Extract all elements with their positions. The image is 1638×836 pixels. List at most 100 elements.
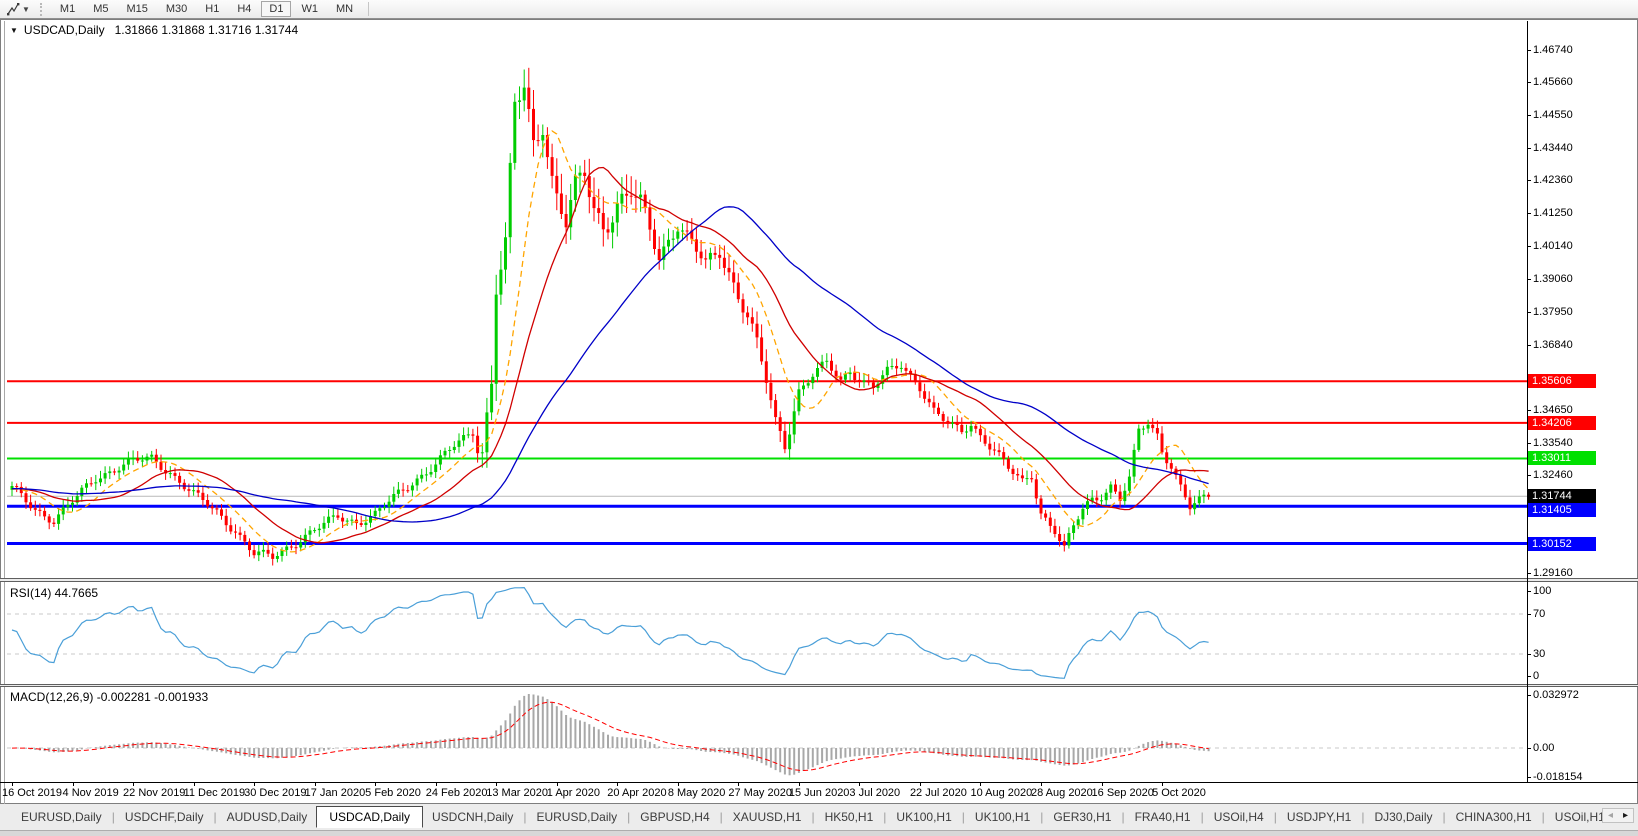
price-axis-tick	[1527, 180, 1531, 181]
price-level-label: 1.35606	[1528, 374, 1596, 388]
time-axis-tick	[799, 782, 800, 786]
tab-separator: |	[1274, 810, 1277, 824]
rsi-axis-tick	[1527, 591, 1531, 592]
chart-tab-usdchf-daily[interactable]: USDCHF,Daily	[116, 807, 213, 827]
time-axis-tick	[315, 782, 316, 786]
timeframe-button-h1[interactable]: H1	[197, 1, 227, 17]
time-axis-label: 10 Aug 2020	[970, 787, 1032, 799]
chart-tab-gbpusd-h4[interactable]: GBPUSD,H4	[631, 807, 718, 827]
time-axis-label: 13 Mar 2020	[486, 787, 548, 799]
chart-tab-uk100-h1[interactable]: UK100,H1	[887, 807, 960, 827]
time-axis-label: 27 May 2020	[728, 787, 792, 799]
price-axis-label: 1.46740	[1533, 44, 1573, 56]
chart-tab-xauusd-h1[interactable]: XAUUSD,H1	[724, 807, 811, 827]
toolbar-separator	[368, 2, 369, 16]
time-axis-tick	[859, 782, 860, 786]
time-axis-label: 22 Jul 2020	[910, 787, 967, 799]
time-axis-tick	[738, 782, 739, 786]
chart-title-bar: ▼ USDCAD,Daily 1.31866 1.31868 1.31716 1…	[10, 22, 298, 38]
chart-ohlc-values: 1.31866 1.31868 1.31716 1.31744	[115, 23, 299, 37]
chart-tab-uk100-h1[interactable]: UK100,H1	[966, 807, 1039, 827]
time-axis-tick	[375, 782, 376, 786]
price-axis-label: 1.41250	[1533, 207, 1573, 219]
chart-tab-fra40-h1[interactable]: FRA40,H1	[1126, 807, 1200, 827]
chart-symbol-title: USDCAD,Daily	[24, 23, 105, 37]
tab-separator: |	[720, 810, 723, 824]
window-menu-icon[interactable]: ▼	[10, 26, 18, 35]
chart-tab-usdcnh-daily[interactable]: USDCNH,Daily	[423, 807, 522, 827]
timeframe-button-mn[interactable]: MN	[328, 1, 361, 17]
tab-scroll-left-icon[interactable]: ◂	[1603, 809, 1618, 822]
chart-tab-china300-h1[interactable]: CHINA300,H1	[1447, 807, 1541, 827]
chart-tab-dj30-daily[interactable]: DJ30,Daily	[1365, 807, 1441, 827]
rsi-axis-label: 30	[1533, 648, 1545, 660]
time-axis-label: 5 Feb 2020	[365, 787, 421, 799]
price-axis-tick	[1527, 475, 1531, 476]
macd-axis-label: 0.00	[1533, 742, 1554, 754]
time-axis-label: 8 May 2020	[668, 787, 725, 799]
tab-scroll-right-icon[interactable]: ▸	[1618, 809, 1633, 822]
macd-canvas[interactable]	[7, 686, 1527, 782]
chart-tab-usdjpy-h1[interactable]: USDJPY,H1	[1278, 807, 1360, 827]
time-axis-label: 22 Nov 2019	[123, 787, 185, 799]
timeframe-button-d1[interactable]: D1	[261, 1, 291, 17]
time-axis-label: 4 Nov 2019	[63, 787, 119, 799]
price-axis-label: 1.29160	[1533, 567, 1573, 579]
chart-tab-audusd-daily[interactable]: AUDUSD,Daily	[218, 807, 317, 827]
tab-separator: |	[214, 810, 217, 824]
time-axis-tick	[73, 782, 74, 786]
time-axis-tick	[617, 782, 618, 786]
price-axis-label: 1.43440	[1533, 142, 1573, 154]
tab-separator: |	[962, 810, 965, 824]
mt4-terminal: ▼ M1M5M15M30H1H4D1W1MN ▼ USDCAD,Daily 1.…	[0, 0, 1638, 836]
price-axis-tick	[1527, 246, 1531, 247]
rsi-axis-tick	[1527, 676, 1531, 677]
macd-histogram	[12, 694, 1209, 775]
timeframe-button-w1[interactable]: W1	[293, 1, 326, 17]
timeframe-button-m15[interactable]: M15	[118, 1, 155, 17]
toolbar-grip[interactable]	[40, 3, 45, 16]
time-axis-tick	[1162, 782, 1163, 786]
macd-axis-label: 0.032972	[1533, 689, 1579, 701]
horizontal-level-lines[interactable]	[7, 381, 1527, 543]
timeframe-toolbar: ▼ M1M5M15M30H1H4D1W1MN	[0, 0, 1638, 19]
timeframe-button-m5[interactable]: M5	[85, 1, 116, 17]
time-axis-tick	[496, 782, 497, 786]
chart-tab-eurusd-daily[interactable]: EURUSD,Daily	[12, 807, 111, 827]
chart-tab-usdcad-daily[interactable]: USDCAD,Daily	[316, 806, 423, 828]
timeframe-button-m1[interactable]: M1	[52, 1, 83, 17]
rsi-line	[12, 588, 1209, 679]
time-axis-tick	[194, 782, 195, 786]
chart-tab-ger30-h1[interactable]: GER30,H1	[1044, 807, 1120, 827]
price-axis-label: 1.44550	[1533, 109, 1573, 121]
chart-tab-usoil-h4[interactable]: USOil,H4	[1205, 807, 1273, 827]
timeframe-button-m30[interactable]: M30	[158, 1, 195, 17]
rsi-level-lines	[7, 614, 1527, 654]
time-axis-tick	[920, 782, 921, 786]
price-axis-tick	[1527, 50, 1531, 51]
time-axis-label: 16 Sep 2020	[1092, 787, 1154, 799]
price-axis-tick	[1527, 443, 1531, 444]
time-axis-tick	[557, 782, 558, 786]
price-axis-tick	[1527, 345, 1531, 346]
macd-axis-tick	[1527, 777, 1531, 778]
price-axis-label: 1.36840	[1533, 339, 1573, 351]
time-axis-label: 15 Jun 2020	[789, 787, 850, 799]
line-studies-button[interactable]: ▼	[3, 1, 33, 17]
tab-separator: |	[112, 810, 115, 824]
price-chart-canvas[interactable]	[7, 40, 1527, 578]
tab-separator: |	[811, 810, 814, 824]
price-level-label: 1.31744	[1528, 489, 1596, 503]
chart-tab-bar: EURUSD,Daily|USDCHF,Daily|AUDUSD,DailyUS…	[0, 804, 1638, 830]
time-axis-label: 1 Apr 2020	[547, 787, 600, 799]
price-axis-tick	[1527, 115, 1531, 116]
chart-tab-eurusd-daily[interactable]: EURUSD,Daily	[527, 807, 626, 827]
chart-tab-hk50-h1[interactable]: HK50,H1	[816, 807, 883, 827]
timeframe-button-h4[interactable]: H4	[229, 1, 259, 17]
price-axis-tick	[1527, 82, 1531, 83]
price-axis-tick	[1527, 410, 1531, 411]
price-axis-tick	[1527, 213, 1531, 214]
price-level-label: 1.33011	[1528, 451, 1596, 465]
status-strip	[0, 830, 1638, 836]
rsi-canvas[interactable]	[7, 582, 1527, 684]
